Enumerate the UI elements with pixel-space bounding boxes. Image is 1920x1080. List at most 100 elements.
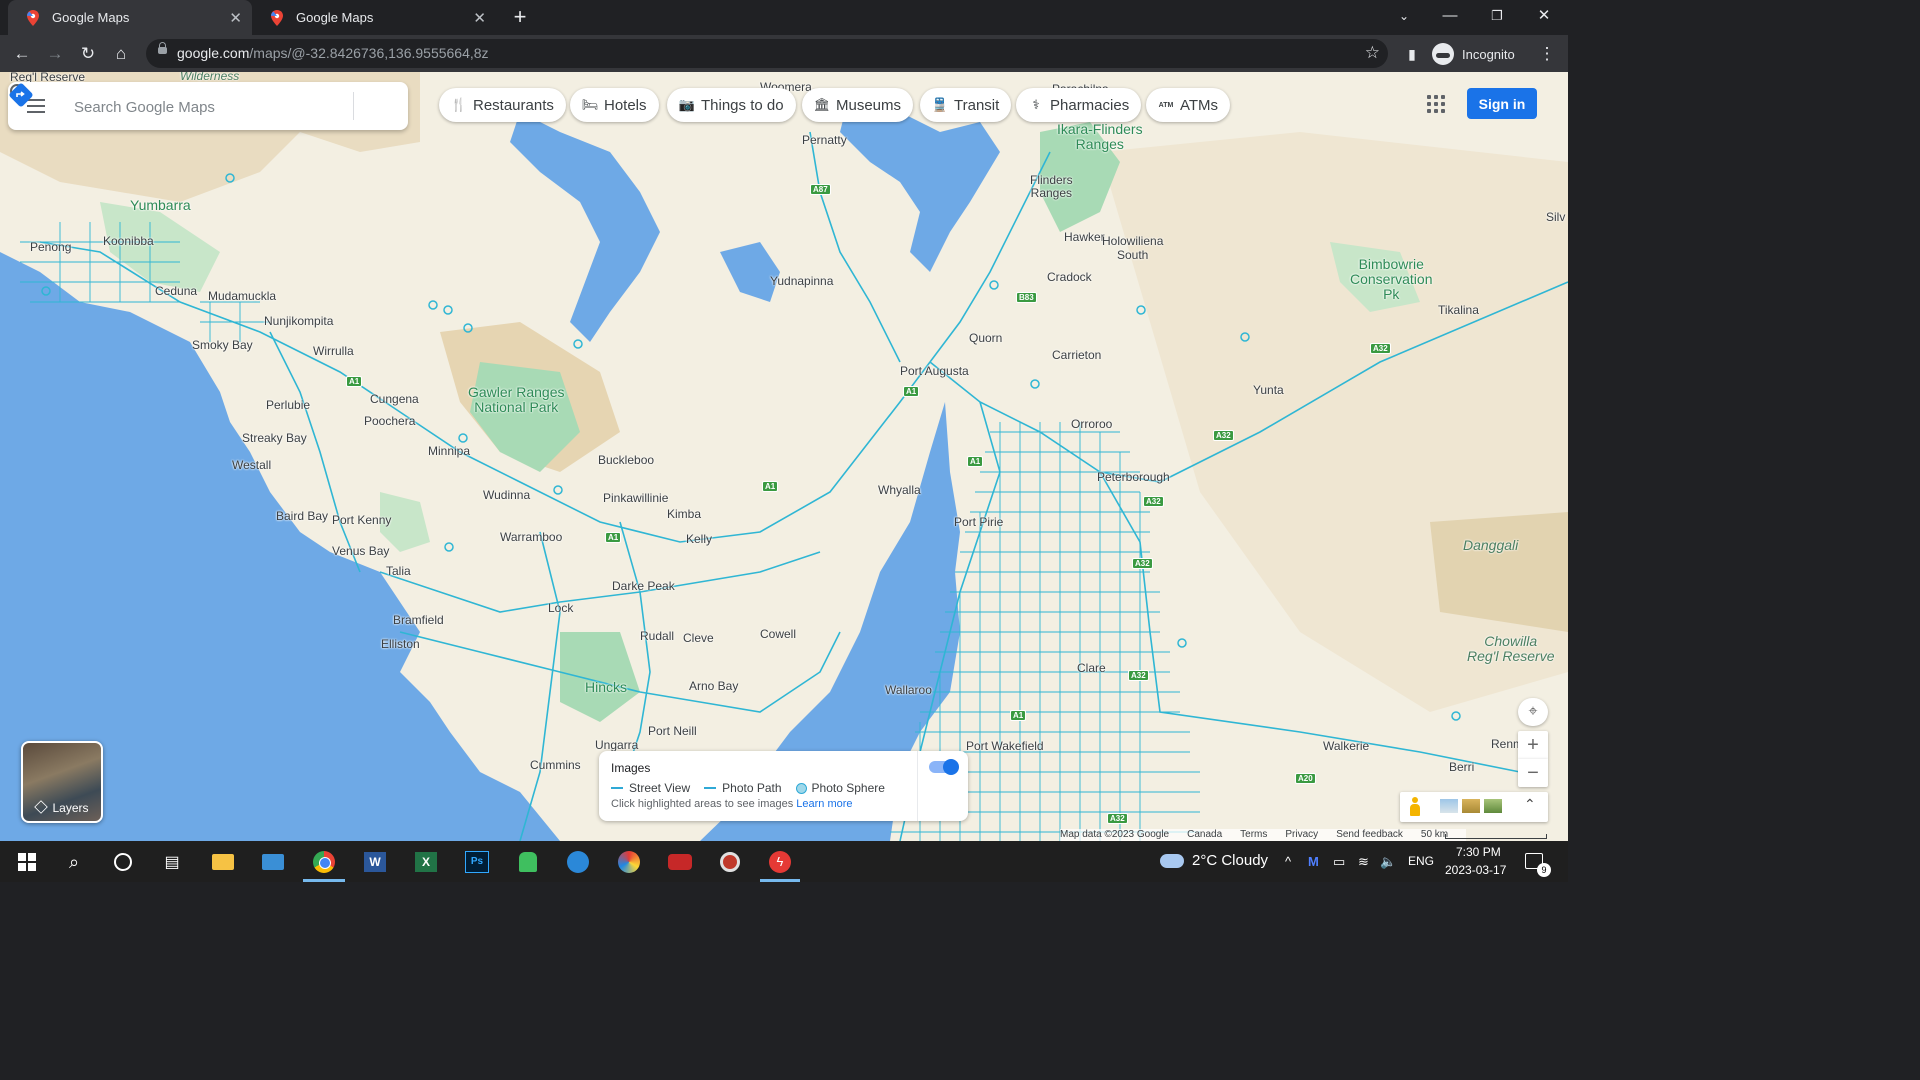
app-icon[interactable] <box>616 849 642 875</box>
place-label[interactable]: Peterborough <box>1097 470 1170 484</box>
place-label[interactable]: Clare <box>1077 661 1106 675</box>
zoom-out-button[interactable]: − <box>1518 759 1548 787</box>
place-label[interactable]: Talia <box>386 564 411 578</box>
weather-widget[interactable]: 2°C Cloudy <box>1160 852 1268 869</box>
place-label[interactable]: Kelly <box>686 532 712 546</box>
clock-date[interactable]: 2023-03-17 <box>1445 863 1506 877</box>
place-label[interactable]: Nunjikompita <box>264 314 333 328</box>
place-label[interactable]: Cradock <box>1047 270 1092 284</box>
place-label[interactable]: Mudamuckla <box>208 289 276 303</box>
chrome-icon[interactable] <box>311 849 337 875</box>
imagery-thumbnail[interactable] <box>1462 799 1480 813</box>
side-panel-icon[interactable]: ▮ <box>1399 41 1425 67</box>
excel-icon[interactable]: X <box>413 849 439 875</box>
place-label[interactable]: Ceduna <box>155 284 197 298</box>
file-explorer-icon[interactable] <box>210 849 236 875</box>
reload-icon[interactable]: ↻ <box>75 41 101 67</box>
place-label[interactable]: Pernatty <box>802 133 847 147</box>
place-label[interactable]: Ungarra <box>595 738 638 752</box>
browser-menu-icon[interactable]: ⋮ <box>1534 41 1560 67</box>
place-label[interactable]: Perlubie <box>266 398 310 412</box>
place-label[interactable]: Koonibba <box>103 234 154 248</box>
place-label[interactable]: Cowell <box>760 627 796 641</box>
place-label[interactable]: Gawler Ranges National Park <box>468 385 565 415</box>
cortana-icon[interactable] <box>110 849 136 875</box>
place-label[interactable]: Penong <box>30 240 71 254</box>
control-panel-icon[interactable] <box>260 849 286 875</box>
place-label[interactable]: Bramfield <box>393 613 444 627</box>
images-toggle[interactable] <box>929 759 959 775</box>
place-label[interactable]: Minnipa <box>428 444 470 458</box>
address-bar[interactable]: google.com/maps/@-32.8426736,136.9555664… <box>146 39 1388 68</box>
privacy-link[interactable]: Privacy <box>1285 829 1318 841</box>
app-icon[interactable] <box>515 849 541 875</box>
place-label[interactable]: Port Kenny <box>332 513 391 527</box>
tab-close-icon[interactable]: ✕ <box>229 9 242 27</box>
place-label[interactable]: Yudnapinna <box>770 274 833 288</box>
layers-button[interactable]: Layers <box>21 741 103 823</box>
place-label[interactable]: Port Neill <box>648 724 697 738</box>
place-label[interactable]: Quorn <box>969 331 1002 345</box>
chip-museums[interactable]: 🏛 Museums <box>802 88 914 122</box>
language-indicator[interactable]: ENG <box>1408 854 1434 868</box>
tab-close-icon[interactable]: ✕ <box>473 9 486 27</box>
directions-icon[interactable] <box>8 82 34 108</box>
url-text[interactable]: google.com/maps/@-32.8426736,136.9555664… <box>177 45 489 61</box>
place-label[interactable]: Tikalina <box>1438 303 1479 317</box>
place-label[interactable]: Wirrulla <box>313 344 354 358</box>
place-label[interactable]: Baird Bay <box>276 509 328 523</box>
place-label[interactable]: Whyalla <box>878 483 921 497</box>
tab-google-maps-1[interactable]: Google Maps ✕ <box>8 0 252 35</box>
battery-icon[interactable]: ▭ <box>1333 854 1345 870</box>
incognito-profile-button[interactable]: Incognito <box>1432 41 1515 67</box>
chip-transit[interactable]: 🚆 Transit <box>920 88 1012 122</box>
place-label[interactable]: Ikara-Flinders Ranges <box>1057 122 1143 152</box>
place-label[interactable]: Walkerie <box>1323 739 1369 753</box>
place-label[interactable]: Orroroo <box>1071 417 1112 431</box>
place-label[interactable]: Silv <box>1546 210 1565 224</box>
place-label[interactable]: Westall <box>232 458 271 472</box>
place-label[interactable]: Port Augusta <box>900 364 969 378</box>
place-label[interactable]: Smoky Bay <box>192 338 253 352</box>
map-canvas[interactable]: Reg'l Reserve Wilderness Woomera Parachi… <box>0 72 1568 841</box>
place-label[interactable]: Port Pirie <box>954 515 1003 529</box>
restore-icon[interactable]: ❐ <box>1485 4 1509 28</box>
show-hidden-icons-chevron-icon[interactable]: ^ <box>1285 854 1291 869</box>
place-label[interactable]: Carrieton <box>1052 348 1101 362</box>
chip-hotels[interactable]: 🛏 Hotels <box>570 88 659 122</box>
expand-up-icon[interactable]: ⌃ <box>1524 796 1536 813</box>
tab-search-chevron-icon[interactable]: ⌄ <box>1392 4 1416 28</box>
word-icon[interactable]: W <box>362 849 388 875</box>
pegman-icon[interactable] <box>1410 797 1420 817</box>
clock-time[interactable]: 7:30 PM <box>1456 845 1501 859</box>
place-label[interactable]: Danggali <box>1463 538 1518 553</box>
place-label[interactable]: Lock <box>548 601 573 615</box>
photoshop-icon[interactable]: Ps <box>464 849 490 875</box>
place-label[interactable]: Cleve <box>683 631 714 645</box>
back-icon[interactable]: ← <box>9 41 35 67</box>
close-window-icon[interactable]: ✕ <box>1532 4 1556 28</box>
place-label[interactable]: Holowiliena South <box>1102 234 1163 262</box>
learn-more-link[interactable]: Learn more <box>796 798 852 810</box>
place-label[interactable]: Yunta <box>1253 383 1284 397</box>
search-icon[interactable]: ⌕ <box>61 849 87 875</box>
tab-google-maps-2[interactable]: Google Maps ✕ <box>252 0 496 35</box>
bookmark-star-icon[interactable]: ☆ <box>1365 43 1380 63</box>
forward-icon[interactable]: → <box>42 41 68 67</box>
place-label[interactable]: Wallaroo <box>885 683 932 697</box>
tray-app-icon[interactable]: M <box>1308 854 1319 869</box>
place-label[interactable]: Streaky Bay <box>242 431 307 445</box>
volume-icon[interactable]: 🔈 <box>1380 854 1396 870</box>
place-label[interactable]: Warramboo <box>500 530 562 544</box>
app-icon[interactable] <box>717 849 743 875</box>
country-link[interactable]: Canada <box>1187 829 1222 841</box>
place-label[interactable]: Wudinna <box>483 488 530 502</box>
place-label[interactable]: Chowilla Reg'l Reserve <box>1467 634 1555 664</box>
place-label[interactable]: Cungena <box>370 392 419 406</box>
windows-start-icon[interactable] <box>14 849 40 875</box>
new-tab-button[interactable]: + <box>508 5 532 29</box>
chip-restaurants[interactable]: 🍴 Restaurants <box>439 88 566 122</box>
app-icon[interactable] <box>667 849 693 875</box>
imagery-thumbnail[interactable] <box>1484 799 1502 813</box>
place-label[interactable]: Port Wakefield <box>966 739 1044 753</box>
